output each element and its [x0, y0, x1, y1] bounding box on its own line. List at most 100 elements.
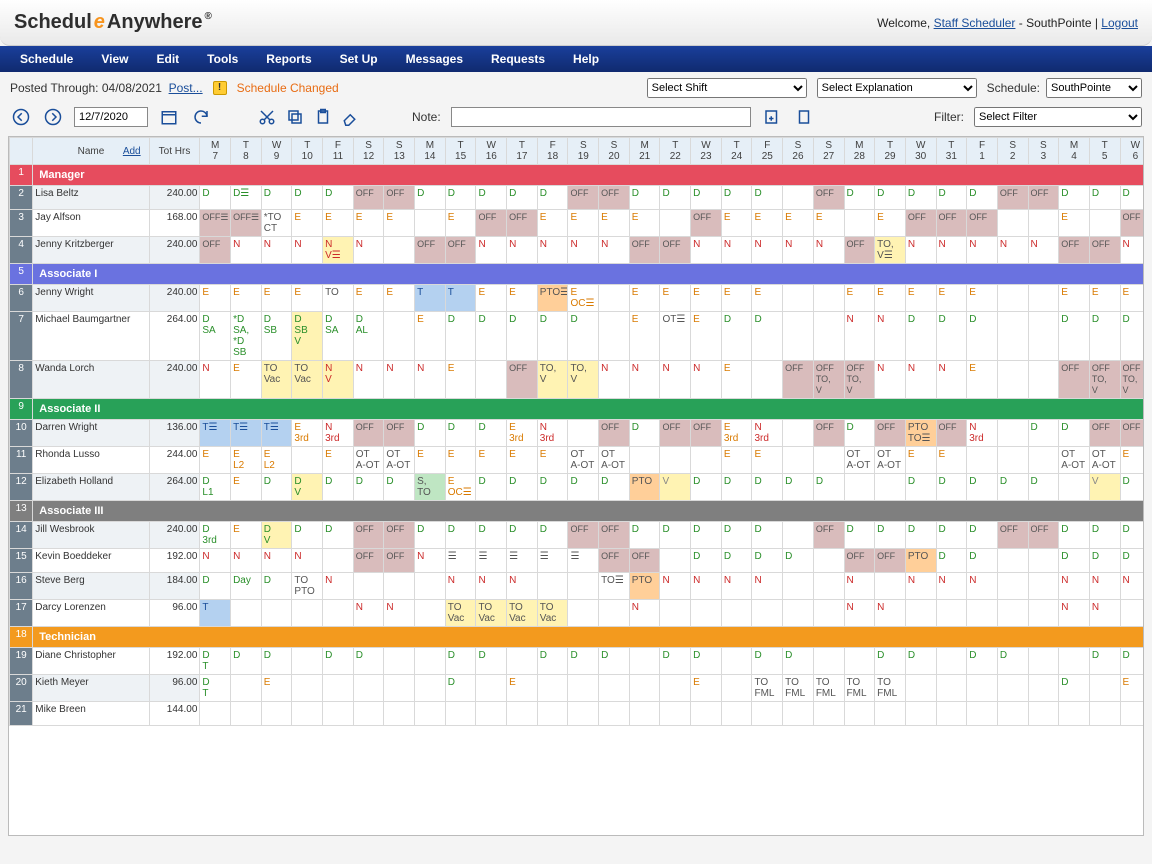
shift-cell[interactable]: TO☰: [599, 573, 630, 600]
shift-cell[interactable]: NV☰: [323, 237, 354, 264]
shift-cell[interactable]: D: [875, 186, 906, 210]
shift-cell[interactable]: N: [629, 600, 660, 627]
day-header[interactable]: M7: [200, 138, 231, 165]
shift-cell[interactable]: [660, 675, 691, 702]
shift-cell[interactable]: OFF: [1120, 210, 1144, 237]
prev-arrow-icon[interactable]: [10, 106, 32, 128]
shift-cell[interactable]: [568, 573, 599, 600]
shift-cell[interactable]: [384, 675, 415, 702]
shift-cell[interactable]: N: [384, 361, 415, 399]
shift-cell[interactable]: OFF: [599, 522, 630, 549]
employee-name[interactable]: Diane Christopher: [33, 648, 149, 675]
shift-cell[interactable]: N: [752, 237, 783, 264]
shift-cell[interactable]: [599, 312, 630, 361]
shift-cell[interactable]: OFF: [384, 186, 415, 210]
shift-cell[interactable]: OFF: [353, 549, 384, 573]
shift-cell[interactable]: [507, 702, 538, 726]
shift-cell[interactable]: OFF: [353, 420, 384, 447]
shift-cell[interactable]: DSBV: [292, 312, 323, 361]
shift-cell[interactable]: D: [445, 420, 476, 447]
shift-cell[interactable]: E: [691, 675, 722, 702]
shift-cell[interactable]: E: [476, 285, 507, 312]
shift-cell[interactable]: D: [1059, 312, 1090, 361]
shift-cell[interactable]: TOVac: [476, 600, 507, 627]
shift-cell[interactable]: N: [875, 600, 906, 627]
shift-cell[interactable]: TOVac: [292, 361, 323, 399]
shift-cell[interactable]: D: [997, 474, 1028, 501]
shift-cell[interactable]: D: [1028, 474, 1059, 501]
shift-cell[interactable]: E: [445, 361, 476, 399]
shift-cell[interactable]: [1028, 285, 1059, 312]
shift-cell[interactable]: [875, 573, 906, 600]
shift-cell[interactable]: D: [507, 186, 538, 210]
shift-cell[interactable]: D: [691, 549, 722, 573]
shift-cell[interactable]: E: [415, 312, 446, 361]
shift-cell[interactable]: OFF: [599, 186, 630, 210]
shift-cell[interactable]: E: [967, 361, 998, 399]
shift-cell[interactable]: D: [783, 648, 814, 675]
group-technician[interactable]: Technician: [33, 627, 1144, 648]
shift-cell[interactable]: N: [537, 237, 568, 264]
shift-cell[interactable]: [783, 573, 814, 600]
shift-cell[interactable]: N: [353, 361, 384, 399]
shift-cell[interactable]: N: [384, 600, 415, 627]
shift-cell[interactable]: OFFTO,V: [1120, 361, 1144, 399]
shift-cell[interactable]: D: [783, 549, 814, 573]
shift-cell[interactable]: E: [936, 285, 967, 312]
menu-reports[interactable]: Reports: [266, 52, 311, 66]
shift-cell[interactable]: D: [967, 312, 998, 361]
shift-cell[interactable]: N3rd: [323, 420, 354, 447]
shift-cell[interactable]: D: [721, 549, 752, 573]
shift-cell[interactable]: OFF: [844, 549, 875, 573]
employee-name[interactable]: Jay Alfson: [33, 210, 149, 237]
shift-cell[interactable]: [997, 312, 1028, 361]
select-explanation[interactable]: Select Explanation: [817, 78, 977, 98]
day-header[interactable]: F18: [537, 138, 568, 165]
shift-cell[interactable]: [353, 573, 384, 600]
shift-cell[interactable]: D: [752, 549, 783, 573]
shift-cell[interactable]: OFF: [384, 549, 415, 573]
shift-cell[interactable]: [1028, 702, 1059, 726]
shift-cell[interactable]: E: [629, 285, 660, 312]
day-header[interactable]: W30: [905, 138, 936, 165]
shift-cell[interactable]: [813, 600, 844, 627]
shift-cell[interactable]: D: [537, 522, 568, 549]
shift-cell[interactable]: DSA: [323, 312, 354, 361]
shift-cell[interactable]: N: [200, 549, 231, 573]
shift-cell[interactable]: E: [752, 447, 783, 474]
shift-cell[interactable]: [721, 648, 752, 675]
shift-cell[interactable]: EL2: [261, 447, 292, 474]
shift-cell[interactable]: [813, 702, 844, 726]
shift-cell[interactable]: N: [752, 573, 783, 600]
shift-cell[interactable]: OFF: [1120, 420, 1144, 447]
shift-cell[interactable]: E: [752, 285, 783, 312]
shift-cell[interactable]: V: [1089, 474, 1120, 501]
shift-cell[interactable]: OFF: [568, 186, 599, 210]
shift-cell[interactable]: D: [752, 312, 783, 361]
shift-cell[interactable]: [660, 447, 691, 474]
shift-cell[interactable]: E3rd: [292, 420, 323, 447]
day-header[interactable]: M4: [1059, 138, 1090, 165]
shift-cell[interactable]: [936, 702, 967, 726]
shift-cell[interactable]: N: [844, 600, 875, 627]
day-header[interactable]: T31: [936, 138, 967, 165]
date-input[interactable]: [74, 107, 148, 127]
shift-cell[interactable]: [997, 675, 1028, 702]
shift-cell[interactable]: OFF: [997, 186, 1028, 210]
shift-cell[interactable]: PTO: [629, 474, 660, 501]
shift-cell[interactable]: ☰: [445, 549, 476, 573]
shift-cell[interactable]: [967, 702, 998, 726]
shift-cell[interactable]: [384, 648, 415, 675]
shift-cell[interactable]: [384, 702, 415, 726]
shift-cell[interactable]: D: [231, 648, 262, 675]
employee-name[interactable]: Darren Wright: [33, 420, 149, 447]
shift-cell[interactable]: [599, 675, 630, 702]
shift-cell[interactable]: D: [1028, 420, 1059, 447]
shift-cell[interactable]: [875, 474, 906, 501]
shift-cell[interactable]: EOC☰: [445, 474, 476, 501]
shift-cell[interactable]: [1028, 549, 1059, 573]
shift-cell[interactable]: TOVac: [537, 600, 568, 627]
shift-cell[interactable]: [783, 285, 814, 312]
shift-cell[interactable]: D: [353, 474, 384, 501]
shift-cell[interactable]: D: [261, 648, 292, 675]
